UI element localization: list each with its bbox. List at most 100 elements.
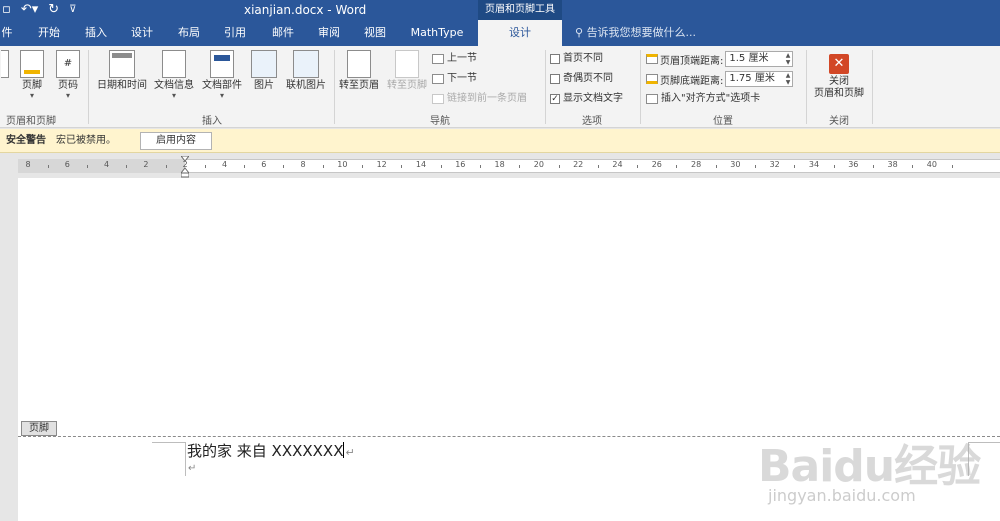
ruler-tick: [715, 165, 717, 168]
tab-references[interactable]: 引用: [216, 20, 254, 46]
insert-alignment-tab-button[interactable]: 插入"对齐方式"选项卡: [646, 92, 760, 106]
group-separator: [88, 50, 89, 124]
lightbulb-icon: ⚲: [575, 26, 587, 39]
link-to-previous-button[interactable]: 链接到前一条页眉: [432, 92, 527, 106]
header-from-top-input[interactable]: 1.5 厘米 ▲ ▼: [725, 51, 794, 67]
checkbox-unchecked[interactable]: [550, 54, 560, 64]
online-picture-label: 联机图片: [286, 80, 326, 91]
tab-mailings[interactable]: 邮件: [264, 20, 302, 46]
tab-view[interactable]: 视图: [356, 20, 394, 46]
watermark-url: jingyan.baidu.com: [768, 486, 916, 505]
ruler-tick: [283, 165, 285, 168]
quick-parts-icon: [210, 50, 234, 78]
tab-insert[interactable]: 插入: [78, 20, 114, 46]
ruler-number: 6: [64, 160, 70, 169]
doc-info-button[interactable]: 文档信息 ▾: [150, 50, 198, 100]
tab-layout[interactable]: 布局: [170, 20, 208, 46]
header-from-top-row: 页眉顶端距离: 1.5 厘米 ▲ ▼: [646, 51, 794, 67]
show-document-text-checkbox[interactable]: ✓ 显示文档文字: [550, 92, 623, 106]
ruler-number: 4: [104, 160, 110, 169]
tab-mathtype[interactable]: MathType: [404, 20, 470, 46]
paragraph-mark: ↵: [188, 463, 197, 474]
header-position-icon: [646, 54, 658, 64]
quick-access-toolbar: ▫ ↶▾ ↻ ⊽: [0, 0, 76, 20]
checkbox-unchecked[interactable]: [550, 74, 560, 84]
header-footer-tools-title: 页眉和页脚工具: [478, 0, 562, 20]
footer-from-bottom-value: 1.75 厘米: [729, 73, 775, 84]
ruler-tick: [362, 165, 364, 168]
page-number-button[interactable]: # 页码 ▾: [52, 50, 84, 100]
footer-from-bottom-row: 页脚底端距离: 1.75 厘米 ▲ ▼: [646, 71, 794, 87]
tab-home[interactable]: 开始: [30, 20, 68, 46]
redo-icon[interactable]: ↻: [48, 0, 59, 20]
document-title: xianjian.docx - Word: [244, 3, 367, 17]
group-label-position: 位置: [713, 116, 733, 127]
tab-design[interactable]: 设计: [124, 20, 160, 46]
date-time-label: 日期和时间: [97, 80, 147, 91]
goto-footer-button[interactable]: 转至页脚: [384, 50, 430, 92]
chevron-down-icon: ▾: [219, 91, 224, 100]
indent-marker-icon[interactable]: [181, 156, 189, 178]
checkbox-checked[interactable]: ✓: [550, 94, 560, 104]
ruler-tick: [479, 165, 481, 168]
link-to-previous-label: 链接到前一条页眉: [447, 93, 527, 104]
quick-parts-button[interactable]: 文档部件 ▾: [198, 50, 246, 100]
goto-header-label: 转至页眉: [339, 80, 379, 91]
close-icon: ✕: [829, 54, 849, 74]
ruler-number: 4: [221, 160, 228, 169]
footer-text-line[interactable]: 我的家 来自 XXXXXXX ↵: [187, 441, 355, 463]
goto-footer-label: 转至页脚: [387, 80, 427, 91]
previous-section-button[interactable]: 上一节: [432, 52, 477, 66]
footer-button[interactable]: 页脚 ▾: [16, 50, 48, 100]
ruler-number: 2: [143, 160, 149, 169]
next-section-icon: [432, 74, 444, 84]
spinner-arrows-icon[interactable]: ▲ ▼: [786, 72, 791, 86]
ruler-tick: [558, 165, 560, 168]
enable-content-button[interactable]: 启用内容: [140, 132, 212, 150]
save-icon[interactable]: ▫: [2, 0, 11, 20]
ruler-number: 22: [573, 160, 584, 169]
word-window: ▫ ↶▾ ↻ ⊽ xianjian.docx - Word 页眉和页脚工具 件 …: [0, 0, 1000, 521]
ruler-number: 24: [612, 160, 623, 169]
ruler-tick: [912, 165, 914, 168]
goto-footer-icon: [395, 50, 419, 78]
ruler-number: 40: [926, 160, 937, 169]
ruler-tick: [126, 165, 128, 168]
close-header-footer-button[interactable]: ✕ 关闭 页眉和页脚: [810, 54, 868, 100]
tell-me-text: 告诉我您想要做什么...: [586, 26, 697, 39]
security-warning-message: 宏已被禁用。: [56, 135, 116, 146]
baidu-watermark: Baidu经验 jingyan.baidu.com: [758, 410, 998, 518]
footer-from-bottom-input[interactable]: 1.75 厘米 ▲ ▼: [725, 71, 794, 87]
goto-header-button[interactable]: 转至页眉: [336, 50, 382, 92]
group-separator: [640, 50, 641, 124]
tab-header-footer-design[interactable]: 设计: [478, 20, 562, 46]
ruler-tick: [833, 165, 835, 168]
tell-me-box[interactable]: ⚲ 告诉我您想要做什么...: [575, 20, 696, 46]
ruler-tick: [47, 165, 49, 168]
margin-corner-left: [152, 442, 186, 476]
ruler-left-margin: [18, 159, 185, 173]
ruler-tick: [794, 165, 796, 168]
picture-button[interactable]: 图片: [248, 50, 280, 92]
spinner-arrows-icon[interactable]: ▲ ▼: [786, 52, 791, 66]
header-button-partial[interactable]: [0, 50, 10, 80]
ruler-number: 18: [494, 160, 505, 169]
ruler-number: 6: [261, 160, 267, 169]
next-section-button[interactable]: 下一节: [432, 72, 477, 86]
ruler-tick: [86, 165, 88, 168]
tab-file[interactable]: 件: [0, 20, 14, 46]
footer-text[interactable]: 我的家 来自 XXXXXXX: [187, 442, 343, 460]
ruler-number: 36: [848, 160, 859, 169]
undo-icon[interactable]: ↶▾: [21, 0, 38, 20]
ruler-number: 10: [337, 160, 348, 169]
online-picture-button[interactable]: 联机图片: [282, 50, 330, 92]
different-first-page-checkbox[interactable]: 首页不同: [550, 52, 603, 66]
tab-review[interactable]: 审阅: [310, 20, 348, 46]
group-label-navigation: 导航: [430, 116, 450, 127]
ruler-tick: [597, 165, 599, 168]
chevron-down-icon: ▾: [29, 91, 34, 100]
customize-qat-icon[interactable]: ⊽: [69, 0, 76, 20]
different-odd-even-checkbox[interactable]: 奇偶页不同: [550, 72, 613, 86]
ruler-number: 28: [691, 160, 702, 169]
date-time-button[interactable]: 日期和时间: [94, 50, 150, 92]
